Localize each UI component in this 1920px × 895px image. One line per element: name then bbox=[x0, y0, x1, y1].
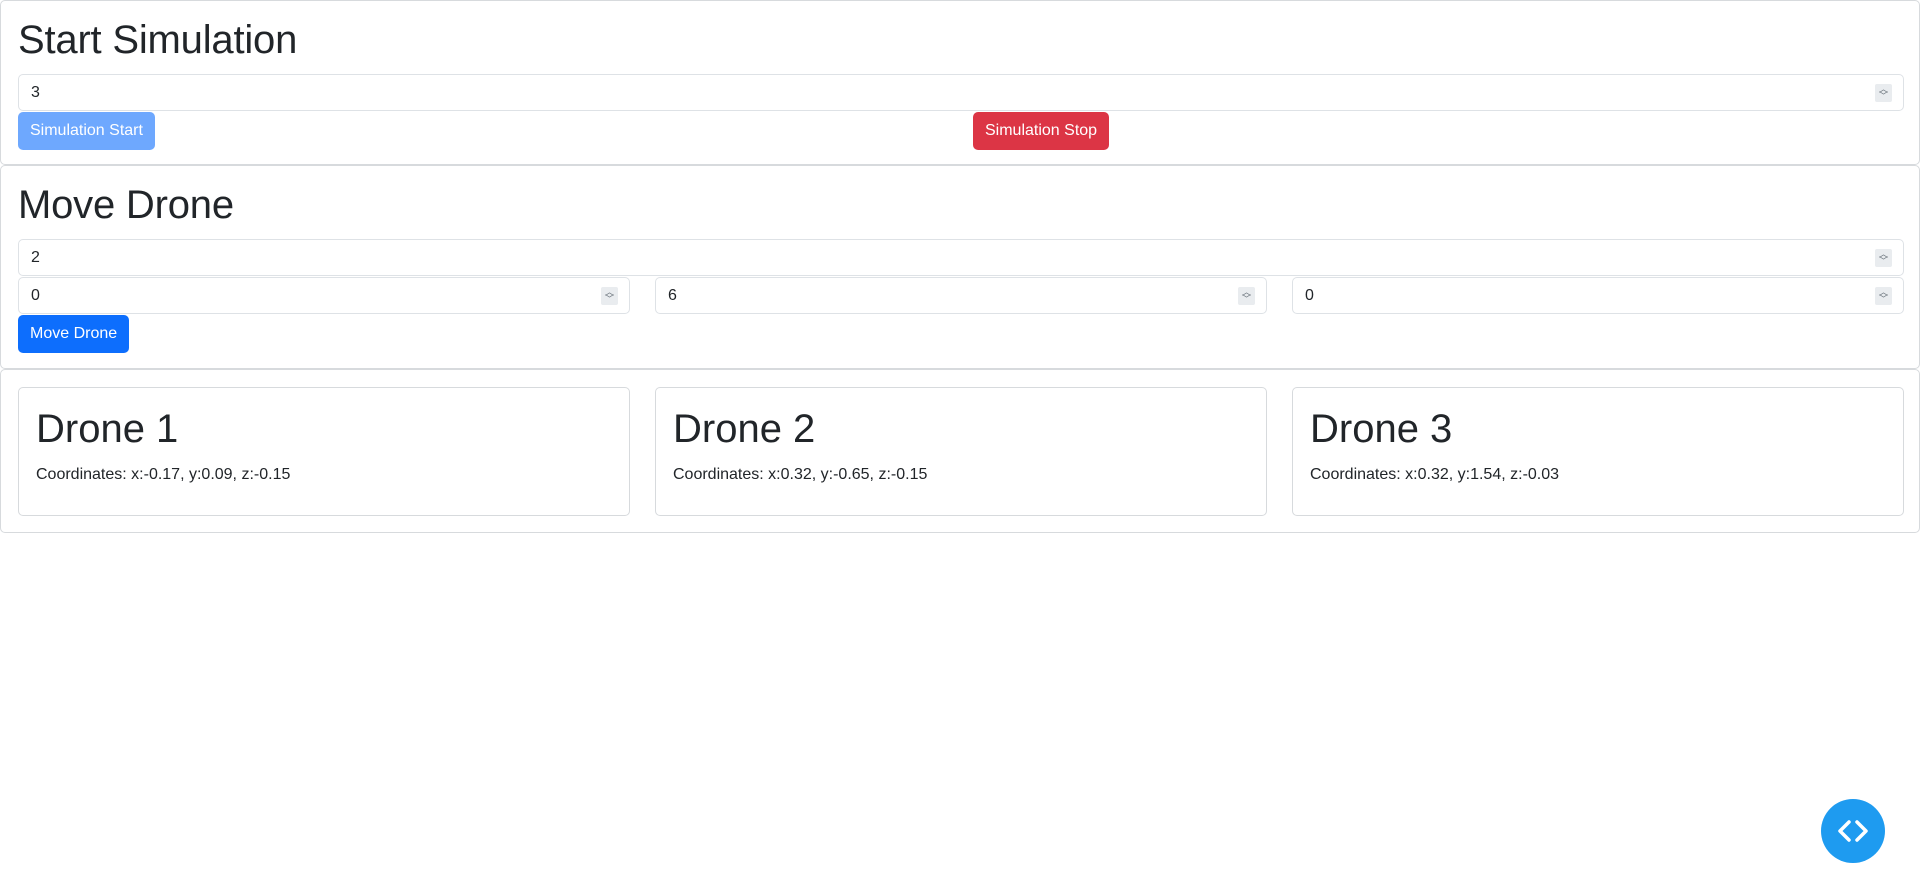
spinner-icon[interactable]: ︿ ﹀ bbox=[601, 287, 618, 305]
drone-card: Drone 2 Coordinates: x:0.32, y:-0.65, z:… bbox=[655, 387, 1267, 516]
spinner-icon[interactable]: ︿ ﹀ bbox=[1875, 249, 1892, 267]
x-coordinate-value: 0 bbox=[31, 286, 40, 304]
spinner-icon[interactable]: ︿ ﹀ bbox=[1875, 84, 1892, 102]
drone-count-input[interactable]: 3 ︿ ﹀ bbox=[18, 74, 1904, 111]
move-drone-button[interactable]: Move Drone bbox=[18, 315, 130, 353]
drone-card: Drone 1 Coordinates: x:-0.17, y:0.09, z:… bbox=[18, 387, 630, 516]
code-toggle-button[interactable] bbox=[1821, 799, 1885, 863]
drone-id-value: 2 bbox=[31, 248, 40, 266]
x-coordinate-input[interactable]: 0 ︿ ﹀ bbox=[18, 277, 630, 314]
drone-coordinates: Coordinates: x:0.32, y:1.54, z:-0.03 bbox=[1310, 466, 1560, 483]
drones-section: Drone 1 Coordinates: x:-0.17, y:0.09, z:… bbox=[0, 369, 1920, 533]
spinner-icon[interactable]: ︿ ﹀ bbox=[1238, 287, 1255, 305]
drone-name: Drone 3 bbox=[1310, 407, 1453, 451]
z-coordinate-value: 0 bbox=[1305, 286, 1314, 304]
move-drone-section: Move Drone 2 ︿ ﹀ 0 ︿ ﹀ 6 ︿ ﹀ 0 ︿ ﹀ Move Dron… bbox=[0, 165, 1920, 369]
coordinates-row: 0 ︿ ﹀ 6 ︿ ﹀ 0 ︿ ﹀ bbox=[18, 277, 1904, 314]
z-coordinate-input[interactable]: 0 ︿ ﹀ bbox=[1292, 277, 1904, 314]
drone-count-value: 3 bbox=[31, 83, 40, 101]
drone-name: Drone 2 bbox=[673, 407, 816, 451]
start-simulation-section: Start Simulation 3 ︿ ﹀ Simulation Start S… bbox=[0, 0, 1920, 165]
y-coordinate-value: 6 bbox=[668, 286, 677, 304]
simulation-start-button[interactable]: Simulation Start bbox=[18, 112, 155, 150]
simulation-stop-button[interactable]: Simulation Stop bbox=[973, 112, 1110, 150]
spinner-icon[interactable]: ︿ ﹀ bbox=[1875, 287, 1892, 305]
drone-coordinates: Coordinates: x:0.32, y:-0.65, z:-0.15 bbox=[673, 466, 928, 483]
drone-card: Drone 3 Coordinates: x:0.32, y:1.54, z:-… bbox=[1292, 387, 1904, 516]
drone-name: Drone 1 bbox=[36, 407, 179, 451]
drone-cards-row: Drone 1 Coordinates: x:-0.17, y:0.09, z:… bbox=[18, 387, 1904, 516]
code-icon bbox=[1838, 820, 1868, 842]
y-coordinate-input[interactable]: 6 ︿ ﹀ bbox=[655, 277, 1267, 314]
start-simulation-title: Start Simulation bbox=[18, 18, 298, 62]
move-drone-title: Move Drone bbox=[18, 183, 234, 227]
drone-id-input[interactable]: 2 ︿ ﹀ bbox=[18, 239, 1904, 276]
drone-coordinates: Coordinates: x:-0.17, y:0.09, z:-0.15 bbox=[36, 466, 291, 483]
